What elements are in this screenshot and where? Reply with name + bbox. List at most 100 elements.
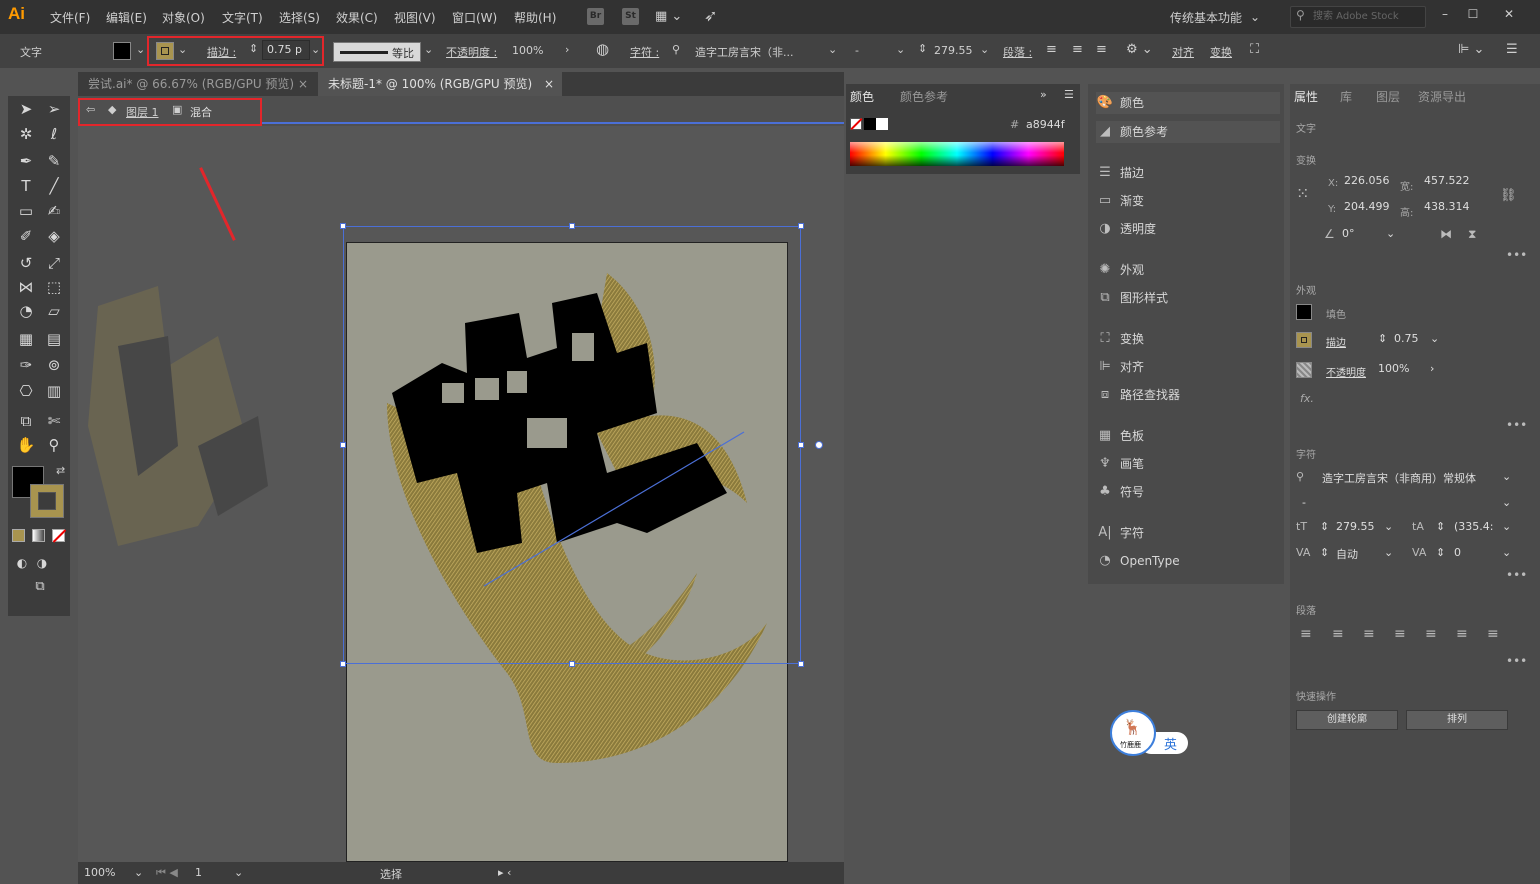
resize-handle[interactable] [569, 661, 575, 667]
kerning-field[interactable]: 自动 [1336, 546, 1358, 562]
stepper-icon[interactable]: ⇕ [1320, 546, 1329, 559]
tab-properties[interactable]: 属性 [1294, 88, 1318, 105]
resize-handle[interactable] [340, 442, 346, 448]
stock-button[interactable]: St [622, 8, 639, 25]
height-field[interactable]: 438.314 [1424, 200, 1470, 213]
panel-item-appearance[interactable]: ✺ 外观 [1096, 259, 1280, 281]
panel-menu-icon[interactable]: ☰ [1506, 42, 1518, 57]
chevron-down-icon[interactable]: ⌄ [1502, 470, 1511, 483]
font-style-field[interactable]: - [1302, 496, 1306, 509]
tab-layers[interactable]: 图层 [1376, 88, 1400, 105]
stepper-icon[interactable]: ⇕ [918, 42, 927, 55]
gpu-performance-icon[interactable]: ➶ [704, 6, 717, 25]
hand-tool-icon[interactable]: ✋ [14, 434, 38, 456]
font-family-field[interactable]: 造字工房言宋（非... [695, 44, 794, 60]
rotate-handle[interactable] [815, 441, 823, 449]
panel-item-gradient[interactable]: ▭ 渐变 [1096, 190, 1280, 212]
character-label[interactable]: 字符 : [630, 44, 659, 60]
rectangle-tool-icon[interactable]: ▭ [14, 200, 38, 222]
workspace-switcher[interactable]: 传统基本功能 ⌄ [1170, 6, 1280, 28]
draw-behind-icon[interactable]: ◑ [30, 552, 54, 574]
align-center-icon[interactable]: ≡ [1072, 42, 1083, 57]
pen-tool-icon[interactable]: ✒ [14, 150, 38, 172]
constrain-proportions-icon[interactable]: ⛓ [1500, 188, 1517, 203]
none-mode-icon[interactable] [52, 529, 67, 543]
menu-type[interactable]: 文字(T) [222, 9, 263, 26]
opacity-label[interactable]: 不透明度 : [446, 44, 497, 60]
maximize-button[interactable]: ☐ [1460, 4, 1486, 24]
panel-item-transparency[interactable]: ◑ 透明度 [1096, 218, 1280, 240]
font-size-field[interactable]: 279.55 [1336, 520, 1375, 533]
shape-mode-icon[interactable]: ⚙ ⌄ [1126, 42, 1153, 57]
justify-center-icon[interactable]: ≡ [1425, 626, 1437, 642]
resize-handle[interactable] [798, 661, 804, 667]
panel-item-symbols[interactable]: ♣ 符号 [1096, 481, 1280, 503]
leading-field[interactable]: (335.4: [1454, 520, 1494, 533]
chevron-down-icon[interactable]: ⌄ [178, 43, 187, 56]
bridge-button[interactable]: Br [587, 8, 604, 25]
shaper-tool-icon[interactable]: ✐ [14, 225, 38, 247]
panel-item-swatches[interactable]: ▦ 色板 [1096, 425, 1280, 447]
swap-colors-icon[interactable]: ⇄ [56, 464, 65, 477]
white-swatch[interactable] [876, 118, 888, 130]
more-options-icon[interactable]: ••• [1506, 654, 1527, 668]
reference-point-icon[interactable]: ⁙ [1296, 184, 1309, 203]
arrange-icon[interactable]: ⊫ ⌄ [1458, 42, 1484, 57]
arrange-button[interactable]: 排列 [1406, 710, 1508, 730]
chevron-down-icon[interactable]: ⌄ [311, 43, 320, 56]
selection-tool-icon[interactable]: ➤ [14, 98, 38, 120]
eyedropper-icon[interactable]: ✑ [14, 354, 38, 376]
chevron-right-icon[interactable]: › [565, 43, 569, 56]
align-left-icon[interactable]: ≡ [1300, 626, 1312, 642]
collapse-icon[interactable]: » [1040, 88, 1047, 101]
panel-item-graphic-styles[interactable]: ⧉ 图形样式 [1096, 287, 1280, 309]
canvas-area[interactable]: ⇦ ◆ 图层 1 ▣ 混合 [78, 96, 844, 862]
font-family-field[interactable]: 造字工房言宋（非商用）常规体 [1322, 470, 1476, 486]
tab-libraries[interactable]: 库 [1340, 88, 1352, 105]
chevron-down-icon[interactable]: ⌄ [136, 43, 145, 56]
close-button[interactable]: ✕ [1496, 4, 1522, 24]
y-field[interactable]: 204.499 [1344, 200, 1390, 213]
stepper-icon[interactable]: ⇕ [1320, 520, 1329, 533]
stroke-weight-field[interactable]: 0.75 [1394, 332, 1419, 345]
justify-right-icon[interactable]: ≡ [1456, 626, 1468, 642]
panel-item-color-guide[interactable]: ◢ 颜色参考 [1096, 121, 1280, 143]
slice-tool-icon[interactable]: ✄ [42, 410, 66, 432]
stepper-icon[interactable]: ⇕ [1436, 546, 1445, 559]
zoom-tool-icon[interactable]: ⚲ [42, 434, 66, 456]
color-mode-icon[interactable] [12, 529, 25, 542]
justify-all-icon[interactable]: ≡ [1487, 626, 1499, 642]
tab-document-1[interactable]: 尝试.ai* @ 66.67% (RGB/GPU 预览) × [78, 72, 316, 96]
close-icon[interactable]: × [298, 72, 308, 96]
blend-spine[interactable] [478, 426, 748, 591]
panel-menu-icon[interactable]: ☰ [1064, 88, 1074, 101]
gradient-mode-icon[interactable] [32, 529, 45, 542]
symbol-sprayer-icon[interactable]: ⎔ [14, 380, 38, 402]
variable-width-profile[interactable]: 等比 [333, 42, 421, 62]
menu-object[interactable]: 对象(O) [162, 9, 205, 26]
graph-tool-icon[interactable]: ▥ [42, 380, 66, 402]
shape-builder-icon[interactable]: ◔ [14, 300, 38, 322]
stepper-icon[interactable]: ⇕ [249, 42, 258, 55]
artboard-number[interactable]: 1 [195, 866, 202, 879]
opacity-label[interactable]: 不透明度 [1326, 364, 1366, 379]
more-options-icon[interactable]: ••• [1506, 568, 1527, 582]
chevron-right-icon[interactable]: › [1430, 362, 1434, 375]
magic-wand-icon[interactable]: ✲ [14, 123, 38, 145]
chevron-down-icon[interactable]: ⌄ [1386, 227, 1395, 240]
menu-effect[interactable]: 效果(C) [336, 9, 378, 26]
paintbrush-tool-icon[interactable]: ✍ [42, 200, 66, 222]
fill-swatch[interactable] [1296, 304, 1312, 320]
resize-handle[interactable] [798, 223, 804, 229]
free-transform-icon[interactable]: ⬚ [42, 276, 66, 298]
chevron-down-icon[interactable]: ⌄ [1502, 496, 1511, 509]
mesh-tool-icon[interactable]: ▦ [14, 328, 38, 350]
menu-window[interactable]: 窗口(W) [452, 9, 497, 26]
stepper-icon[interactable]: ⇕ [1436, 520, 1445, 533]
more-options-icon[interactable]: ••• [1506, 248, 1527, 262]
black-swatch[interactable] [864, 118, 876, 130]
chevron-down-icon[interactable]: ⌄ [424, 43, 433, 56]
rotation-field[interactable]: 0° [1342, 227, 1355, 240]
play-icon[interactable]: ▸ ‹ [498, 866, 511, 879]
color-spectrum[interactable] [850, 142, 1064, 166]
